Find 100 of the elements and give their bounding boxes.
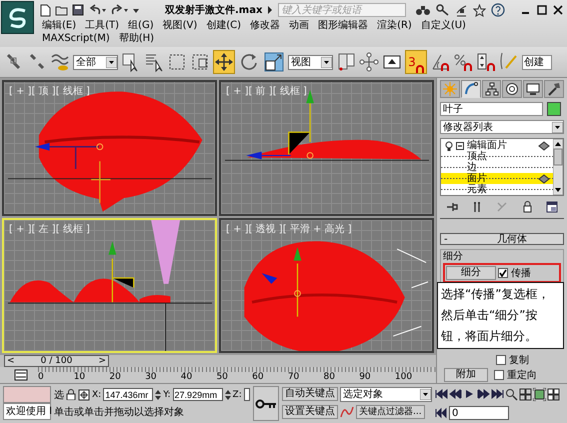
viewport-label[interactable]: [ + ][ 顶 ][ 线框 ] bbox=[9, 84, 90, 98]
dropdown-arrow-icon[interactable] bbox=[420, 388, 431, 400]
command-panel-tab[interactable] bbox=[460, 80, 481, 98]
dropdown-arrow-icon[interactable] bbox=[321, 56, 332, 68]
subdivide-button[interactable]: 细分 bbox=[446, 266, 496, 280]
viewport[interactable]: [ + ][ 前 ][ 线框 ] bbox=[219, 80, 434, 216]
key-curve-icon[interactable] bbox=[340, 405, 354, 419]
stack-item[interactable]: 编辑面片 bbox=[441, 140, 553, 151]
stack-item[interactable]: 元素 bbox=[441, 184, 553, 195]
menu-item[interactable]: 编辑(E) bbox=[41, 20, 78, 32]
move-button[interactable] bbox=[213, 50, 235, 74]
menu-item[interactable]: 自定义(U) bbox=[420, 20, 467, 32]
configure-icon[interactable] bbox=[546, 201, 558, 213]
viewport[interactable]: [ + ][ 顶 ][ 线框 ] bbox=[2, 80, 217, 216]
viewport-label[interactable]: [ + ][ 左 ][ 线框 ] bbox=[9, 222, 90, 236]
lock-icon[interactable] bbox=[66, 389, 76, 400]
next-frame-icon[interactable] bbox=[477, 388, 490, 400]
modifier-stack-list[interactable]: 编辑面片 顶点 边 面片 元素 bbox=[440, 138, 564, 196]
menu-item[interactable]: 工具(T) bbox=[84, 20, 120, 32]
reorient-checkbox[interactable] bbox=[494, 370, 504, 380]
help-icon[interactable] bbox=[491, 3, 506, 17]
key-filters-button[interactable]: 关键点过滤器... bbox=[356, 405, 425, 419]
zoom-extents-all-icon[interactable] bbox=[547, 388, 560, 400]
zoom-icon[interactable] bbox=[505, 388, 518, 400]
command-panel-tab[interactable] bbox=[482, 80, 502, 98]
x-coordinate-field[interactable]: 147.436mr bbox=[103, 388, 154, 401]
viewport-label[interactable]: [ + ][ 前 ][ 线框 ] bbox=[226, 84, 307, 98]
binoculars-icon[interactable] bbox=[415, 4, 432, 16]
stack-item[interactable]: 面片 bbox=[441, 173, 553, 184]
undo-icon[interactable] bbox=[88, 4, 106, 16]
menu-item[interactable]: 创建(C) bbox=[205, 20, 242, 32]
search-field[interactable]: 键入关键字或短语 bbox=[278, 3, 406, 17]
rollout-header[interactable]: - 几何体 bbox=[440, 233, 564, 245]
open-folder-icon[interactable] bbox=[55, 4, 68, 16]
previous-frame-icon[interactable] bbox=[449, 388, 462, 400]
key-mode-button[interactable] bbox=[253, 386, 279, 421]
go-to-end-icon[interactable] bbox=[491, 388, 504, 400]
new-file-icon[interactable] bbox=[39, 4, 51, 16]
z-coordinate-field[interactable] bbox=[244, 388, 250, 401]
attach-button[interactable]: 附加 bbox=[444, 368, 488, 382]
pivot-center-icon[interactable] bbox=[336, 51, 356, 73]
spinner-snap-icon[interactable] bbox=[476, 51, 496, 73]
dropdown-arrow-icon[interactable] bbox=[106, 56, 117, 68]
propagate-checkbox[interactable] bbox=[498, 268, 508, 278]
viewport-label[interactable]: [ + ][ 透视 ][ 平滑 + 高光 ] bbox=[226, 222, 352, 236]
scrollbar-drawing bbox=[553, 139, 563, 195]
menu-item[interactable]: 渲染(R) bbox=[376, 20, 413, 32]
lightbulb-icon[interactable] bbox=[445, 140, 453, 150]
viewport[interactable]: [ + ][ 透视 ][ 平滑 + 高光 ] bbox=[219, 218, 434, 353]
command-panel-tab[interactable] bbox=[523, 80, 544, 98]
snap-toggle-button[interactable]: 3 bbox=[405, 50, 427, 74]
scale-button[interactable] bbox=[263, 50, 285, 74]
save-icon[interactable] bbox=[72, 4, 84, 16]
menu-item[interactable]: 修改器 bbox=[249, 20, 282, 32]
star-icon[interactable] bbox=[473, 4, 486, 16]
auto-key-button[interactable]: 自动关键点 bbox=[282, 387, 338, 401]
copy-checkbox[interactable] bbox=[496, 355, 506, 365]
pin-icon[interactable] bbox=[446, 201, 458, 213]
script-listener-field[interactable] bbox=[3, 386, 51, 403]
sun-icon bbox=[442, 82, 457, 96]
command-panel-tab[interactable] bbox=[544, 80, 564, 98]
command-panel-tab[interactable] bbox=[502, 80, 522, 98]
ruler-label: 0 bbox=[38, 372, 45, 383]
redo-icon[interactable] bbox=[110, 4, 128, 16]
named-selection-field[interactable]: 创建 bbox=[522, 54, 552, 70]
ruler-label: 60 bbox=[252, 372, 265, 383]
coordinate-system-dropdown[interactable]: 视图 bbox=[288, 54, 333, 70]
node-icon[interactable] bbox=[359, 51, 379, 73]
current-frame-field[interactable]: 0 bbox=[449, 406, 509, 420]
selection-filter-dropdown[interactable]: 全部 bbox=[73, 54, 118, 70]
restore-icon[interactable] bbox=[537, 5, 547, 15]
zoom-all-icon[interactable] bbox=[519, 388, 532, 400]
object-name-field[interactable]: 叶子 bbox=[440, 102, 543, 116]
app-logo[interactable] bbox=[1, 1, 34, 34]
modifier-list-dropdown[interactable]: 修改器列表 bbox=[440, 120, 564, 134]
menu-item[interactable]: 视图(V) bbox=[162, 20, 198, 32]
caret-icon[interactable] bbox=[267, 5, 274, 15]
menu-item[interactable]: 组(G) bbox=[127, 20, 155, 32]
key-mode-toggle-icon[interactable] bbox=[435, 407, 448, 419]
menu-item[interactable]: 动画 bbox=[288, 20, 310, 32]
color-swatch[interactable] bbox=[547, 102, 561, 116]
time-slider-thumb[interactable]: < 0 / 100 > bbox=[4, 355, 109, 367]
close-icon[interactable] bbox=[553, 5, 563, 15]
collapse-icon[interactable] bbox=[456, 142, 464, 150]
go-to-start-icon[interactable] bbox=[435, 388, 448, 400]
absolute-mode-icon[interactable] bbox=[78, 388, 90, 400]
viewport[interactable]: [ + ][ 左 ][ 线框 ] bbox=[2, 218, 217, 353]
stack-item[interactable]: 边 bbox=[441, 162, 553, 173]
menu-item[interactable]: 帮助(H) bbox=[118, 33, 156, 45]
dropdown-arrow-icon[interactable] bbox=[552, 122, 563, 132]
stack-item[interactable]: 顶点 bbox=[441, 151, 553, 162]
wave-icon[interactable] bbox=[50, 51, 70, 73]
y-coordinate-field[interactable]: 27.929mm bbox=[172, 388, 223, 401]
zoom-extents-icon[interactable] bbox=[533, 388, 546, 400]
menu-item[interactable]: 图形编辑器 bbox=[317, 20, 370, 32]
set-key-button[interactable]: 设置关键点 bbox=[282, 405, 338, 419]
curve-editor-icon[interactable] bbox=[14, 369, 28, 381]
key-target-dropdown[interactable]: 选定对象 bbox=[340, 386, 432, 402]
menu-item[interactable]: MAXScript(M) bbox=[41, 33, 111, 45]
remove-modifier-icon[interactable] bbox=[520, 201, 533, 213]
